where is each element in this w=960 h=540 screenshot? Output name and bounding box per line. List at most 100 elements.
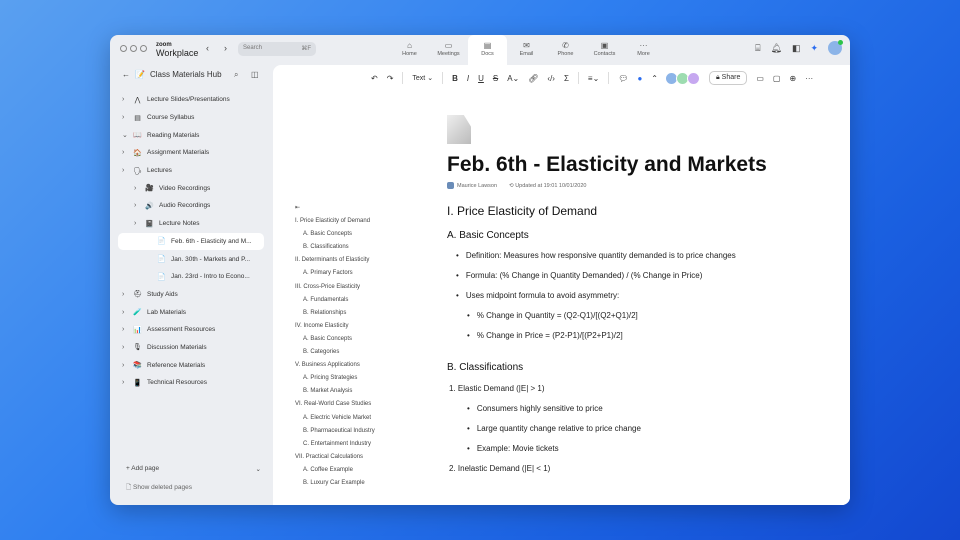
italic-icon[interactable]: I (467, 74, 469, 83)
outline-item[interactable]: A. Fundamentals (295, 294, 375, 307)
redo-icon[interactable]: ↷ (387, 74, 394, 83)
sidebar-item[interactable]: › 📚 Reference Materials (118, 356, 264, 374)
sidebar-item[interactable]: › 🔊 Audio Recordings (118, 197, 264, 215)
search-input[interactable]: Search ⌘F (238, 42, 316, 56)
panel-icon[interactable]: ◧ (792, 43, 801, 54)
outline-item[interactable]: A. Electric Vehicle Market (295, 412, 375, 425)
outline-item[interactable]: A. Basic Concepts (295, 333, 375, 346)
chevron-icon[interactable]: › (122, 326, 128, 333)
chevron-icon[interactable]: › (122, 167, 128, 174)
more-icon[interactable]: ··· (805, 74, 813, 83)
tab-docs[interactable]: ▤ Docs (468, 35, 507, 65)
undo-icon[interactable]: ↶ (371, 74, 378, 83)
collapse-outline-icon[interactable]: ⇤ (295, 202, 375, 215)
sidebar-item[interactable]: › ⋀ Lecture Slides/Presentations (118, 91, 264, 109)
tab-email[interactable]: ✉ Email (507, 35, 546, 65)
chat-icon[interactable]: ▢ (773, 74, 781, 83)
sidebar-item[interactable]: › 🗣 Lectures (118, 162, 264, 180)
chevron-icon[interactable]: › (122, 96, 128, 103)
outline-item[interactable]: B. Pharmaceutical Industry (295, 425, 375, 438)
outline-item[interactable]: B. Relationships (295, 307, 375, 320)
chevron-down-icon[interactable]: ⌄ (256, 465, 261, 473)
sidebar-item[interactable]: 📄 Feb. 6th - Elasticity and M... (118, 232, 264, 251)
sidebar-item[interactable]: › 🎙 Discussion Materials (118, 339, 264, 357)
sidebar-item[interactable]: ⌄ 📖 Reading Materials (118, 126, 264, 144)
outline-item[interactable]: C. Entertainment Industry (295, 438, 375, 451)
chevron-icon[interactable]: › (122, 291, 128, 298)
outline-item[interactable]: VII. Practical Calculations (295, 451, 375, 464)
outline-item[interactable]: VI. Real-World Case Studies (295, 398, 375, 411)
outline-item[interactable]: A. Primary Factors (295, 267, 375, 280)
bold-icon[interactable]: B (452, 74, 458, 83)
sidebar-item[interactable]: › 📊 Assessment Resources (118, 321, 264, 339)
outline-item[interactable]: B. Market Analysis (295, 385, 375, 398)
formula-icon[interactable]: Σ (564, 74, 569, 83)
comment-icon[interactable]: 💬︎ (618, 74, 628, 83)
underline-icon[interactable]: U (478, 74, 484, 83)
chevron-icon[interactable]: › (134, 202, 140, 209)
outline-item[interactable]: II. Determinants of Elasticity (295, 254, 375, 267)
search-icon[interactable]: ⌕ (234, 70, 238, 80)
outline-item[interactable]: A. Basic Concepts (295, 228, 375, 241)
chevron-icon[interactable]: › (122, 149, 128, 156)
outline-item[interactable]: A. Coffee Example (295, 464, 375, 477)
outline-item[interactable]: I. Price Elasticity of Demand (295, 215, 375, 228)
sidebar-item[interactable]: 📄 Jan. 30th - Markets and P... (118, 250, 264, 268)
page-icon: ⛑ (133, 291, 142, 299)
window-controls[interactable] (120, 45, 147, 52)
sidebar-item[interactable]: › 📓 Lecture Notes (118, 215, 264, 233)
tab-home[interactable]: ⌂ Home (390, 35, 429, 65)
sidebar-item[interactable]: › 🧪 Lab Materials (118, 303, 264, 321)
outline-item[interactable]: A. Pricing Strategies (295, 372, 375, 385)
sidebar-item[interactable]: 📄 Jan. 23rd - Intro to Econo... (118, 268, 264, 286)
tab-meetings[interactable]: ▭ Meetings (429, 35, 468, 65)
globe-icon[interactable]: ⊕ (789, 74, 796, 83)
text-style-dropdown[interactable]: Text ⌄ (412, 74, 433, 82)
video-icon[interactable]: ▭ (756, 74, 764, 83)
sidebar-toggle-icon[interactable]: ◫ (251, 70, 259, 79)
chevron-icon[interactable]: › (122, 309, 128, 316)
outline-item[interactable]: B. Luxury Car Example (295, 477, 375, 490)
bell-icon[interactable]: 🔔︎ (771, 43, 782, 54)
forward-arrow-icon[interactable]: › (224, 43, 227, 53)
show-deleted-pages[interactable]: 🗋 Show deleted pages (126, 483, 192, 494)
chevron-icon[interactable]: ⌄ (122, 131, 128, 139)
sidebar-item[interactable]: › 📱 Technical Resources (118, 374, 264, 392)
author[interactable]: Maurice Lawson (447, 182, 497, 189)
outline-item[interactable]: B. Classifications (295, 241, 375, 254)
tab-more[interactable]: ··· More (624, 35, 663, 65)
collaborator-avatars[interactable] (665, 71, 700, 85)
share-button[interactable]: 🔒︎ Share (709, 71, 748, 85)
code-icon[interactable]: ‹/› (547, 74, 555, 83)
text-color-icon[interactable]: A⌄ (507, 74, 519, 83)
sidebar-item-label: Video Recordings (159, 184, 211, 192)
strikethrough-icon[interactable]: S (493, 74, 498, 83)
tab-phone[interactable]: ✆ Phone (546, 35, 585, 65)
insert-icon[interactable]: ● (637, 74, 642, 83)
outline-item[interactable]: B. Categories (295, 346, 375, 359)
sidebar-item-label: Jan. 23rd - Intro to Econo... (171, 273, 250, 281)
sidebar-item[interactable]: › ▤ Course Syllabus (118, 109, 264, 127)
add-page-button[interactable]: + Add page ⌄ (126, 465, 261, 473)
chevron-icon[interactable]: › (122, 362, 128, 369)
ai-sparkle-icon[interactable]: ✦ (810, 43, 818, 54)
chevron-icon[interactable]: › (122, 379, 128, 386)
tab-contacts[interactable]: ▣ Contacts (585, 35, 624, 65)
user-avatar[interactable] (828, 40, 843, 55)
outline-item[interactable]: III. Cross-Price Elasticity (295, 281, 375, 294)
outline-item[interactable]: V. Business Applications (295, 359, 375, 372)
sidebar-item[interactable]: › 🏠 Assignment Materials (118, 144, 264, 162)
back-icon[interactable]: ← (122, 70, 130, 79)
link-icon[interactable]: 🔗︎ (528, 74, 538, 83)
chevron-icon[interactable]: › (134, 220, 140, 227)
back-arrow-icon[interactable]: ‹ (206, 43, 209, 53)
sidebar-item[interactable]: › 🎥 Video Recordings (118, 179, 264, 197)
sidebar-item[interactable]: › ⛑ Study Aids (118, 286, 264, 304)
outline-item[interactable]: IV. Income Elasticity (295, 320, 375, 333)
cylinder-icon[interactable]: ⌸ (755, 43, 760, 54)
chevron-icon[interactable]: › (122, 114, 128, 121)
align-icon[interactable]: ≡⌄ (588, 74, 599, 83)
collapse-icon[interactable]: ⌃ (651, 74, 658, 83)
chevron-icon[interactable]: › (134, 185, 140, 192)
chevron-icon[interactable]: › (122, 344, 128, 351)
